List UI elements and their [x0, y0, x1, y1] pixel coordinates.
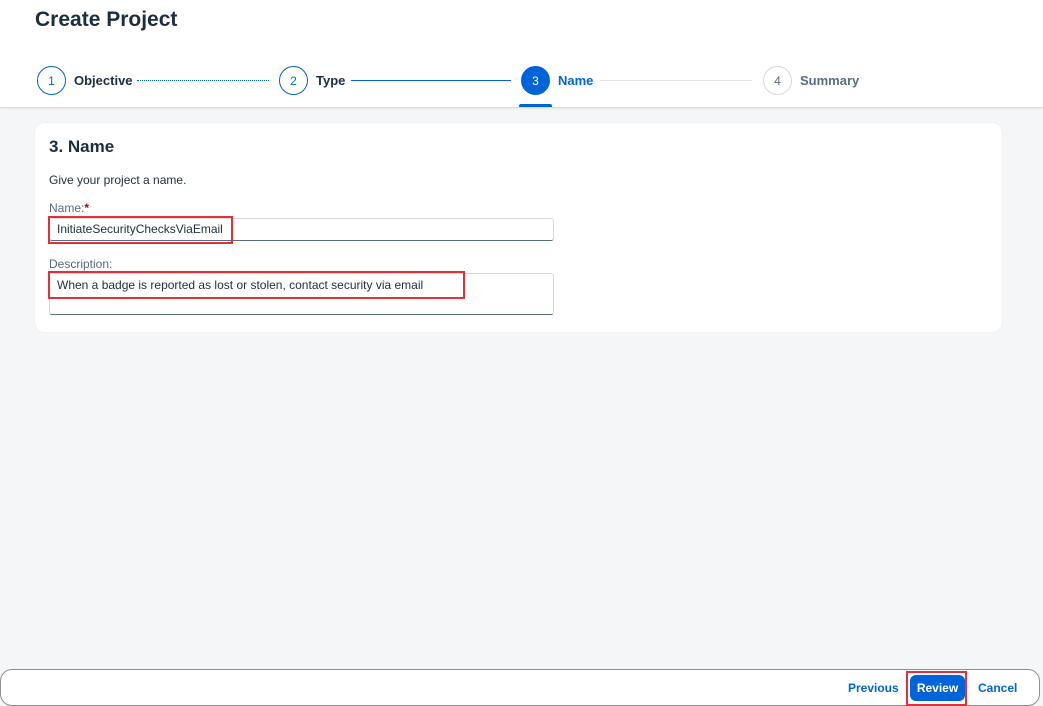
wizard-step-objective[interactable]: 1 Objective — [37, 66, 133, 95]
section-title: 3. Name — [49, 137, 115, 156]
page-title: Create Project — [35, 8, 178, 31]
previous-button[interactable]: Previous — [848, 681, 899, 695]
description-textarea[interactable]: When a badge is reported as lost or stol… — [49, 273, 554, 315]
wizard-step-type[interactable]: 2 Type — [279, 66, 345, 95]
wizard-step-summary[interactable]: 4 Summary — [763, 66, 859, 95]
step-connector — [351, 80, 511, 81]
name-input[interactable]: InitiateSecurityChecksViaEmail — [49, 218, 554, 241]
step-label: Type — [316, 73, 346, 88]
name-field-label: Name:* — [49, 201, 89, 215]
step-number: 4 — [763, 66, 792, 95]
footer-toolbar: Previous Review Cancel — [0, 669, 1040, 706]
name-form-card: 3. Name Give your project a name. Name:*… — [35, 123, 1002, 332]
step-label: Objective — [74, 73, 133, 88]
section-description: Give your project a name. — [49, 173, 187, 187]
required-marker: * — [84, 201, 90, 215]
name-label-text: Name: — [49, 201, 85, 215]
active-step-indicator — [519, 104, 552, 107]
step-number: 3 — [521, 66, 550, 95]
review-button[interactable]: Review — [910, 675, 965, 701]
step-connector — [137, 80, 269, 81]
description-field-label: Description: — [49, 257, 113, 271]
wizard-header: Create Project 1 Objective 2 Type 3 Name… — [0, 0, 1043, 108]
step-connector — [600, 80, 752, 81]
cancel-button[interactable]: Cancel — [978, 681, 1017, 695]
step-number: 2 — [279, 66, 308, 95]
wizard-step-name[interactable]: 3 Name — [521, 66, 593, 95]
step-label: Name — [558, 73, 594, 88]
step-label: Summary — [800, 73, 860, 88]
step-number: 1 — [37, 66, 66, 95]
